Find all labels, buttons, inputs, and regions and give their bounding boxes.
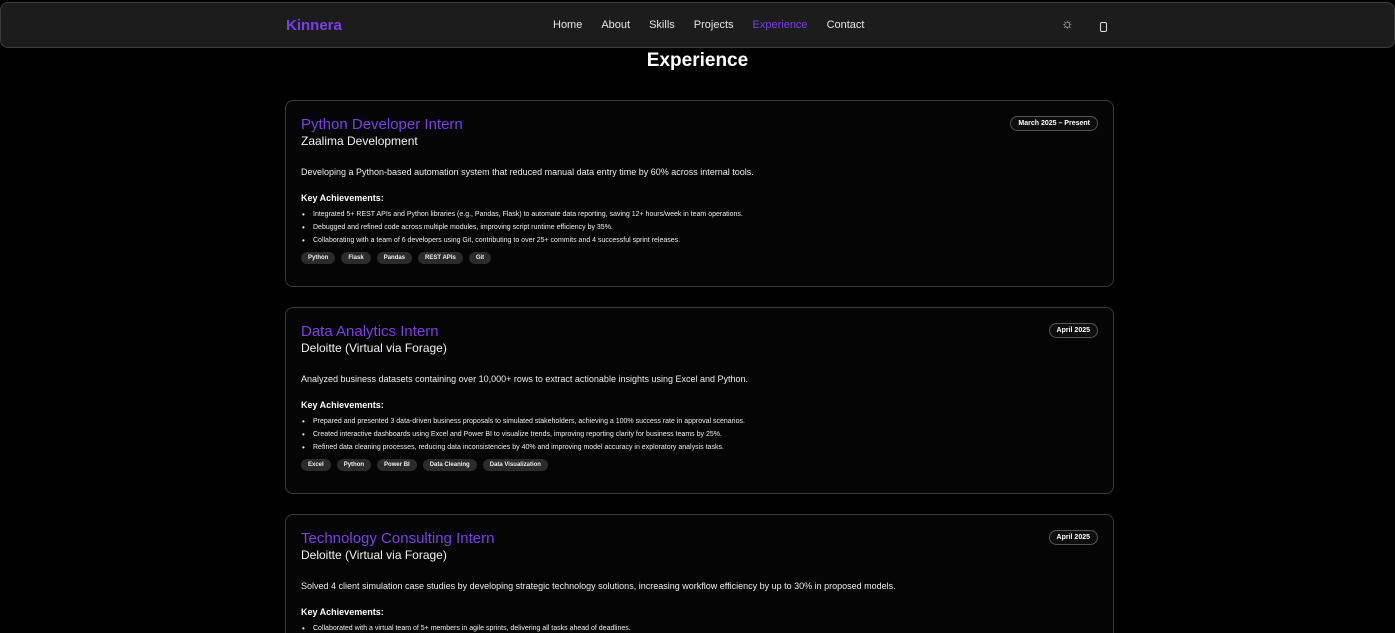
tech-tag: Python <box>336 459 372 471</box>
nav-link-home[interactable]: Home <box>553 19 582 31</box>
nav-link-experience[interactable]: Experience <box>753 19 808 31</box>
section-title: Experience <box>646 50 749 71</box>
achievement-item: Refined data cleaning processes, reducin… <box>301 441 1098 454</box>
description: Developing a Python-based automation sys… <box>301 167 754 177</box>
nav-link-about[interactable]: About <box>601 19 630 31</box>
tech-tag: Power BI <box>377 459 417 471</box>
tech-tags: Python Flask Pandas REST APIs Git <box>301 252 1098 264</box>
tech-tag: REST APIs <box>418 252 463 264</box>
achievements-label: Key Achievements: <box>301 193 384 203</box>
company-name: Deloitte (Virtual via Forage) <box>301 548 447 562</box>
sun-icon[interactable]: ☼ <box>1061 15 1074 31</box>
date-badge: March 2025 – Present <box>1010 116 1098 131</box>
nav-link-contact[interactable]: Contact <box>827 19 865 31</box>
experience-card: Python Developer Intern Zaalima Developm… <box>285 100 1114 287</box>
nav-links: Home About Skills Projects Experience Co… <box>553 19 883 31</box>
role-title: Data Analytics Intern <box>301 323 439 340</box>
experience-card: Technology Consulting Intern Deloitte (V… <box>285 514 1114 633</box>
nav-link-projects[interactable]: Projects <box>694 19 734 31</box>
tech-tags: Excel Python Power BI Data Cleaning Data… <box>301 459 1098 471</box>
achievement-item: Debugged and refined code across multipl… <box>301 221 1098 234</box>
description: Analyzed business datasets containing ov… <box>301 374 749 384</box>
achievements-list: Prepared and presented 3 data-driven bus… <box>301 415 1098 454</box>
navbar: Kinnera Home About Skills Projects Exper… <box>0 2 1395 48</box>
achievement-item: Integrated 5+ REST APIs and Python libra… <box>301 208 1098 221</box>
tech-tag: Data Visualization <box>482 459 548 471</box>
tech-tag: Pandas <box>376 252 413 264</box>
achievements-list: Integrated 5+ REST APIs and Python libra… <box>301 208 1098 247</box>
description: Solved 4 client simulation case studies … <box>301 581 896 591</box>
achievements-label: Key Achievements: <box>301 607 384 617</box>
achievement-item: Collaborated with a virtual team of 5+ m… <box>301 622 1098 633</box>
tech-tag: Data Cleaning <box>422 459 477 471</box>
achievement-item: Collaborating with a team of 6 developer… <box>301 234 1098 247</box>
achievements-label: Key Achievements: <box>301 400 384 410</box>
tech-tag: Python <box>301 252 336 264</box>
role-title: Python Developer Intern <box>301 116 463 133</box>
experience-card: Data Analytics Intern Deloitte (Virtual … <box>285 307 1114 494</box>
device-icon[interactable] <box>1100 22 1107 32</box>
achievement-item: Created interactive dashboards using Exc… <box>301 428 1098 441</box>
company-name: Deloitte (Virtual via Forage) <box>301 341 447 355</box>
date-badge: April 2025 <box>1048 530 1098 545</box>
achievements-list: Collaborated with a virtual team of 5+ m… <box>301 622 1098 633</box>
role-title: Technology Consulting Intern <box>301 530 495 547</box>
brand-logo[interactable]: Kinnera <box>286 17 342 34</box>
achievement-item: Prepared and presented 3 data-driven bus… <box>301 415 1098 428</box>
tech-tag: Flask <box>341 252 371 264</box>
company-name: Zaalima Development <box>301 134 418 148</box>
tech-tag: Excel <box>301 459 331 471</box>
nav-link-skills[interactable]: Skills <box>649 19 675 31</box>
date-badge: April 2025 <box>1048 323 1098 338</box>
tech-tag: Git <box>468 252 492 264</box>
